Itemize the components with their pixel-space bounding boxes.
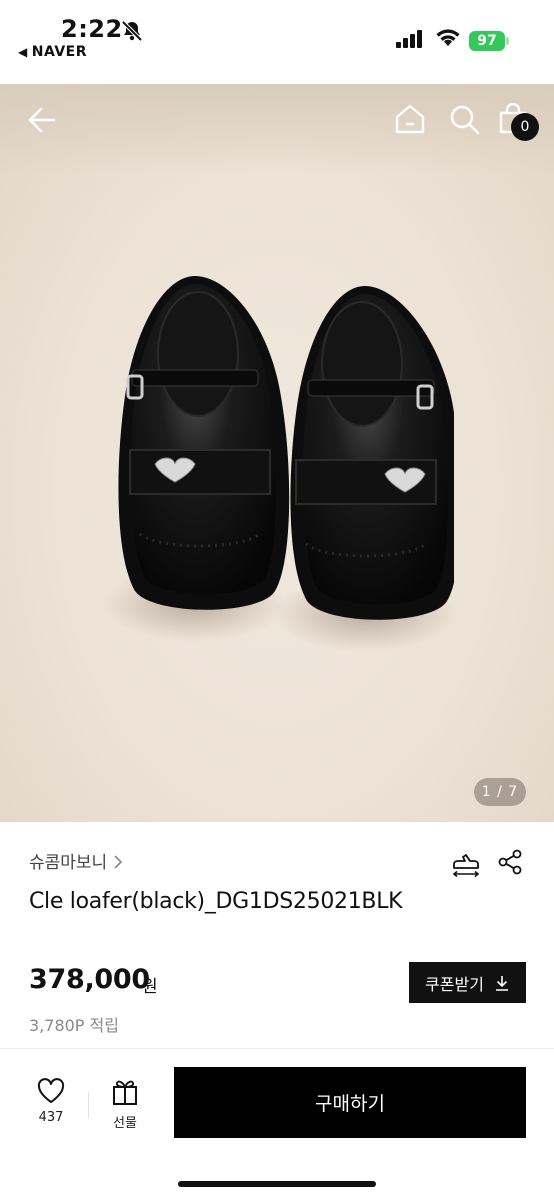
- like-count: 437: [38, 1110, 64, 1125]
- share-icon[interactable]: [496, 848, 524, 876]
- image-page-indicator: 1 / 7: [474, 778, 526, 806]
- bell-muted-icon: [121, 20, 143, 42]
- battery-tip: [506, 37, 509, 45]
- cart-count-badge: 0: [511, 113, 539, 141]
- coupon-button-label: 쿠폰받기: [425, 976, 484, 994]
- brand-link[interactable]: 슈콤마보니: [29, 848, 123, 873]
- back-caret-icon: ◀: [18, 45, 28, 59]
- coupon-button[interactable]: 쿠폰받기: [409, 962, 526, 1003]
- signal-icon: [396, 30, 422, 48]
- gift-label: 선물: [113, 1116, 137, 1131]
- heart-icon: [37, 1078, 65, 1103]
- search-icon[interactable]: [449, 104, 481, 136]
- product-photo: [103, 276, 454, 652]
- chevron-right-icon: [114, 854, 123, 869]
- home-icon[interactable]: [393, 103, 427, 135]
- section-divider: [0, 1048, 554, 1049]
- status-app-name: NAVER: [31, 44, 88, 60]
- size-guide-icon[interactable]: [451, 848, 481, 878]
- download-icon: [495, 975, 508, 991]
- product-image-gallery[interactable]: 0 1 / 7: [0, 84, 554, 822]
- brand-name: 슈콤마보니: [29, 853, 108, 873]
- bottom-separator: [88, 1092, 89, 1118]
- product-title: Cle loafer(black)_DG1DS25021BLK: [29, 889, 403, 914]
- status-time: 2:22: [61, 15, 123, 43]
- buy-button[interactable]: 구매하기: [174, 1067, 526, 1138]
- like-button[interactable]: 437: [24, 1078, 78, 1134]
- reward-points: 3,780P 적립: [29, 1016, 119, 1035]
- price-unit: 원: [142, 977, 158, 997]
- back-arrow-icon[interactable]: [26, 104, 58, 136]
- wifi-icon: [436, 29, 460, 46]
- gift-icon: [113, 1080, 137, 1105]
- home-indicator: [178, 1181, 376, 1187]
- gift-button[interactable]: 선물: [98, 1078, 152, 1134]
- battery-indicator: 97: [469, 31, 505, 51]
- product-price: 378,000: [29, 964, 150, 995]
- status-bar: 2:22 ◀ NAVER 97: [0, 0, 554, 84]
- back-to-app[interactable]: ◀ NAVER: [18, 44, 87, 60]
